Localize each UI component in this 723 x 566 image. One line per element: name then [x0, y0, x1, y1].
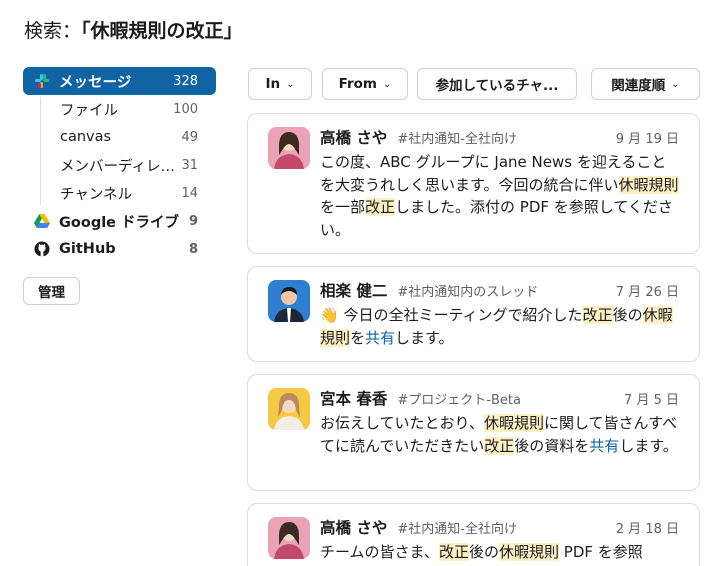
filter-from-button[interactable]: From ⌄ [322, 68, 408, 100]
message-text: 👋 今日の全社ミーティングで紹介した改正後の休暇規則を共有します。 [320, 304, 681, 349]
github-icon [33, 240, 51, 258]
sidebar-subgroup: ファイル 100 canvas 49 メンバーディレクトリ 31 チャンネル 1… [23, 95, 216, 207]
search-result-card[interactable]: 高橋 さや #社内通知-全社向け 9 月 19 日 この度、ABC グループに … [247, 113, 700, 254]
text-segment: お伝えしていたとおり、 [320, 414, 484, 432]
filter-channels-button[interactable]: 参加しているチャ... [417, 68, 577, 100]
chevron-down-icon: ⌄ [671, 78, 680, 90]
sidebar-item-google-drive[interactable]: Google ドライブ 9 [23, 207, 216, 235]
text-segment: します。 [395, 328, 454, 347]
text-segment: PDF を参照 [559, 543, 643, 561]
message-date[interactable]: 9 月 19 日 [616, 128, 679, 147]
text-segment: 後の [612, 306, 643, 324]
chevron-down-icon: ⌄ [382, 78, 392, 90]
filter-label: From [338, 76, 377, 92]
message-date[interactable]: 7 月 26 日 [616, 281, 679, 300]
sidebar-item-label: canvas [60, 129, 112, 145]
sidebar: メッセージ 328 ファイル 100 canvas 49 メンバーディレクトリ … [23, 67, 216, 263]
sidebar-item-count: 49 [181, 129, 198, 145]
sidebar-item-count: 100 [173, 101, 198, 117]
filter-label: 参加しているチャ... [435, 78, 559, 94]
match-highlight: 改正 [365, 198, 396, 216]
sidebar-item-count: 8 [188, 241, 198, 257]
message-date[interactable]: 2 月 18 日 [616, 518, 679, 537]
chevron-down-icon: ⌄ [286, 78, 295, 90]
text-segment: 後の資料を [514, 436, 590, 455]
author-name[interactable]: 高橋 さや [320, 126, 387, 148]
message-date[interactable]: 7 月 5 日 [624, 389, 679, 408]
search-prefix: 検索： [24, 20, 82, 42]
search-title: 検索：「休暇規則の改正」 [24, 16, 243, 43]
text-segment: を [350, 328, 366, 347]
author-name[interactable]: 高橋 さや [320, 516, 387, 538]
search-result-card[interactable]: 宮本 春香 #プロジェクト-Beta 7 月 5 日 お伝えしていたとおり、休暇… [247, 374, 700, 491]
author-name[interactable]: 相楽 健二 [320, 279, 387, 301]
sidebar-item-label: GitHub [59, 241, 116, 257]
filter-label: In [265, 76, 281, 92]
sidebar-item-channels[interactable]: チャンネル 14 [23, 179, 216, 207]
text-segment: 👋 今日の全社ミーティングで紹介した [320, 306, 583, 324]
match-highlight: 改正 [582, 306, 613, 324]
sidebar-item-member-directory[interactable]: メンバーディレクトリ 31 [23, 151, 216, 179]
sidebar-item-label: Google ドライブ [59, 214, 180, 231]
match-highlight: 改正 [438, 543, 469, 561]
google-drive-icon [33, 212, 51, 230]
match-highlight: 改正 [484, 436, 515, 455]
filter-in-button[interactable]: In ⌄ [248, 68, 312, 100]
search-query: 「休暇規則の改正」 [81, 20, 243, 42]
sidebar-item-label: メンバーディレクトリ [60, 158, 178, 175]
result-header: 高橋 さや #社内通知-全社向け 9 月 19 日 [320, 126, 679, 148]
channel-name[interactable]: #社内通知-全社向け [397, 128, 517, 147]
shared-link[interactable]: 共有 [365, 329, 395, 347]
message-text: チームの皆さま、改正後の休暇規則 PDF を参照 [320, 541, 681, 564]
sort-relevance-button[interactable]: 関連度順 ⌄ [591, 68, 700, 100]
sidebar-item-count: 9 [188, 213, 198, 229]
search-result-card[interactable]: 高橋 さや #社内通知-全社向け 2 月 18 日 チームの皆さま、改正後の休暇… [247, 503, 700, 566]
channel-name[interactable]: #社内通知-全社向け [397, 518, 517, 537]
sidebar-item-messages[interactable]: メッセージ 328 [23, 67, 216, 95]
filter-label: 関連度順 [611, 78, 666, 94]
slack-icon [33, 72, 51, 90]
text-segment: チームの皆さま、 [320, 543, 439, 561]
match-highlight: 休暇規則 [483, 414, 544, 432]
sidebar-item-count: 14 [181, 185, 198, 201]
shared-link[interactable]: 共有 [589, 437, 619, 455]
sidebar-item-canvas[interactable]: canvas 49 [23, 123, 216, 151]
text-segment: この度、ABC グループに Jane News を迎えることを大変うれしく思いま… [320, 153, 667, 194]
channel-name[interactable]: #社内通知内のスレッド [397, 281, 538, 300]
avatar[interactable] [268, 280, 310, 322]
author-name[interactable]: 宮本 春香 [320, 387, 387, 409]
match-highlight: 休暇規則 [498, 543, 559, 561]
message-text: お伝えしていたとおり、休暇規則に関して皆さんすべてに読んでいただきたい改正後の資… [320, 412, 681, 457]
text-segment: を一部 [320, 198, 366, 216]
sidebar-item-count: 31 [181, 157, 198, 173]
sidebar-item-count: 328 [173, 73, 198, 89]
avatar[interactable] [268, 517, 310, 559]
result-header: 宮本 春香 #プロジェクト-Beta 7 月 5 日 [320, 387, 679, 409]
channel-name[interactable]: #プロジェクト-Beta [397, 389, 521, 408]
sidebar-item-label: チャンネル [60, 186, 133, 203]
result-header: 相楽 健二 #社内通知内のスレッド 7 月 26 日 [320, 279, 679, 301]
sidebar-item-files[interactable]: ファイル 100 [23, 95, 216, 123]
text-segment: します。 [619, 436, 678, 455]
sidebar-item-label: メッセージ [59, 74, 132, 91]
text-segment: 後の [468, 543, 499, 561]
result-header: 高橋 さや #社内通知-全社向け 2 月 18 日 [320, 516, 679, 538]
search-result-card[interactable]: 相楽 健二 #社内通知内のスレッド 7 月 26 日 👋 今日の全社ミーティング… [247, 266, 700, 362]
manage-button[interactable]: 管理 [23, 277, 80, 305]
sidebar-item-label: ファイル [60, 102, 118, 119]
avatar[interactable] [268, 127, 310, 169]
match-highlight: 休暇規則 [618, 175, 679, 194]
message-text: この度、ABC グループに Jane News を迎えることを大変うれしく思いま… [320, 151, 681, 241]
avatar[interactable] [268, 388, 310, 430]
sidebar-item-github[interactable]: GitHub 8 [23, 235, 216, 263]
